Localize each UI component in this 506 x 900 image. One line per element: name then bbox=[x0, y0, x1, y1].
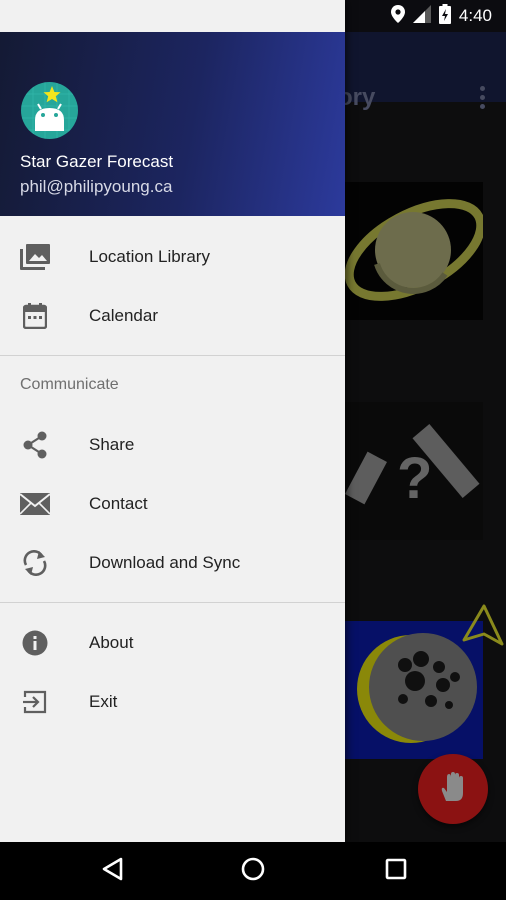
menu-item-label: About bbox=[89, 632, 134, 652]
sync-icon bbox=[20, 548, 50, 578]
share-icon bbox=[20, 430, 50, 460]
hand-icon bbox=[438, 771, 468, 808]
menu-item-label: Calendar bbox=[89, 305, 158, 325]
exit-icon bbox=[20, 687, 50, 717]
recents-button[interactable] bbox=[366, 842, 426, 900]
envelope-icon bbox=[20, 489, 50, 519]
drawer-header: Star Gazer Forecast phil@philipyoung.ca bbox=[0, 32, 345, 216]
menu-item-contact[interactable]: Contact bbox=[0, 474, 345, 533]
menu-item-label: Download and Sync bbox=[89, 552, 241, 572]
menu-item-location-library[interactable]: Location Library bbox=[0, 227, 345, 286]
menu-item-download-and-sync[interactable]: Download and Sync bbox=[0, 533, 345, 592]
location-icon bbox=[390, 4, 405, 28]
menu-item-share[interactable]: Share bbox=[0, 415, 345, 474]
section-header-communicate: Communicate bbox=[20, 376, 119, 393]
app-icon bbox=[21, 82, 78, 139]
calendar-icon bbox=[20, 301, 50, 331]
menu-item-about[interactable]: About bbox=[0, 613, 345, 672]
menu-item-label: Location Library bbox=[89, 246, 210, 266]
menu-item-exit[interactable]: Exit bbox=[0, 672, 345, 731]
menu-item-label: Contact bbox=[89, 493, 148, 513]
signal-icon bbox=[412, 4, 431, 28]
photo-library-icon bbox=[20, 242, 50, 272]
recents-icon bbox=[385, 858, 407, 885]
menu-item-label: Share bbox=[89, 434, 135, 454]
navigation-drawer: Star Gazer Forecast phil@philipyoung.ca … bbox=[0, 0, 345, 842]
back-icon bbox=[101, 857, 123, 886]
app-name: Star Gazer Forecast bbox=[20, 152, 174, 171]
divider bbox=[0, 355, 345, 356]
info-icon bbox=[20, 628, 50, 658]
back-button[interactable] bbox=[82, 842, 142, 900]
navigation-arrow-icon bbox=[460, 604, 506, 648]
menu-item-label: Exit bbox=[89, 691, 118, 711]
home-icon bbox=[241, 857, 265, 886]
battery-icon bbox=[438, 3, 451, 29]
menu-item-calendar[interactable]: Calendar bbox=[0, 286, 345, 345]
account-email: phil@philipyoung.ca bbox=[20, 177, 173, 196]
home-button[interactable] bbox=[223, 842, 283, 900]
status-time: 4:40 bbox=[458, 6, 492, 25]
divider bbox=[0, 602, 345, 603]
stop-fab-button[interactable] bbox=[418, 754, 488, 824]
system-navigation-bar bbox=[0, 842, 506, 900]
